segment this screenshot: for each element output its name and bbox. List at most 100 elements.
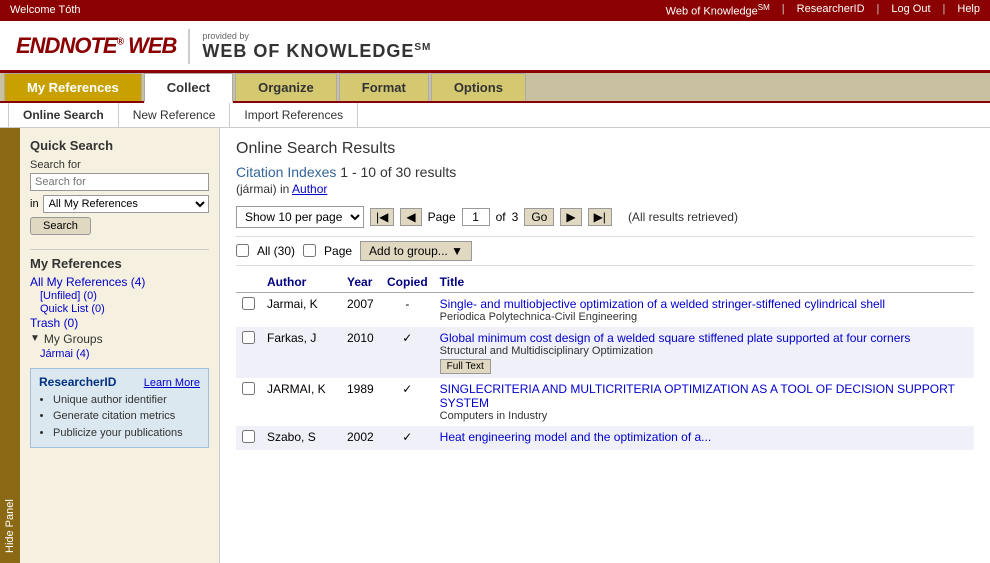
row-checkbox-cell <box>236 327 261 378</box>
top-bar-links: Web of KnowledgeSM | ResearcherID | Log … <box>666 3 980 18</box>
check-page-checkbox[interactable] <box>303 244 316 257</box>
row-title-link[interactable]: Single- and multiobjective optimization … <box>440 297 885 311</box>
content-title: Online Search Results <box>236 140 974 158</box>
researcher-id-link[interactable]: ResearcherID <box>797 3 865 18</box>
first-page-btn[interactable]: |◀ <box>370 208 394 226</box>
provided-by-text: provided by <box>202 31 431 41</box>
row-checkbox[interactable] <box>242 430 255 443</box>
full-text-button[interactable]: Full Text <box>440 359 491 374</box>
row-journal: Structural and Multidisciplinary Optimiz… <box>440 345 968 357</box>
row-checkbox[interactable] <box>242 297 255 310</box>
wok-logo: provided by WEB OF KNOWLEDGESM <box>202 31 431 62</box>
next-page-btn[interactable]: ▶ <box>560 208 581 226</box>
my-refs-section-title: My References <box>30 256 209 271</box>
help-link[interactable]: Help <box>957 3 980 18</box>
researcher-item-2: Generate citation metrics <box>53 408 200 425</box>
row-title-link[interactable]: SINGLECRITERIA AND MULTICRITERIA OPTIMIZ… <box>440 382 955 410</box>
trash-anchor[interactable]: Trash (0) <box>30 316 209 330</box>
welcome-text: Welcome Tóth <box>10 4 81 16</box>
go-button[interactable]: Go <box>524 208 554 226</box>
row-year: 2007 <box>341 292 381 327</box>
row-checkbox[interactable] <box>242 331 255 344</box>
citation-indexes-label: Citation Indexes <box>236 164 336 180</box>
wok-text: WEB OF KNOWLEDGESM <box>202 41 431 62</box>
page-input[interactable] <box>462 208 490 226</box>
search-for-label: Search for <box>30 159 209 171</box>
row-journal: Computers in Industry <box>440 410 968 422</box>
check-all-checkbox[interactable] <box>236 244 249 257</box>
add-to-group-button[interactable]: Add to group... ▼ <box>360 241 472 261</box>
row-title-link[interactable]: Global minimum cost design of a welded s… <box>440 331 911 345</box>
per-page-select[interactable]: Show 10 per page Show 20 per page Show 5… <box>236 206 364 228</box>
row-author: Jarmai, K <box>261 292 341 327</box>
retrieved-text: (All results retrieved) <box>628 210 738 224</box>
row-checkbox-cell <box>236 292 261 327</box>
quick-list-link[interactable]: Quick List (0) <box>40 303 209 315</box>
header: ENDNOTE® WEB provided by WEB OF KNOWLEDG… <box>0 21 990 73</box>
researcher-item-3: Publicize your publications <box>53 425 200 442</box>
check-page-label: Page <box>324 244 352 258</box>
row-copied: ✓ <box>381 426 434 450</box>
row-checkbox[interactable] <box>242 382 255 395</box>
quick-search-title: Quick Search <box>30 138 209 153</box>
of-label: of <box>496 210 506 224</box>
logo-divider <box>188 29 190 64</box>
col-header-year: Year <box>341 272 381 293</box>
row-year: 1989 <box>341 378 381 426</box>
sidebar: Quick Search Search for in All My Refere… <box>20 128 220 563</box>
row-title-cell: Global minimum cost design of a welded s… <box>434 327 974 378</box>
in-label: in <box>30 198 39 210</box>
researcher-id-title: ResearcherID <box>39 375 116 389</box>
pagination-bar: Show 10 per page Show 20 per page Show 5… <box>236 206 974 228</box>
researcher-id-list: Unique author identifier Generate citati… <box>39 392 200 442</box>
results-table: Author Year Copied Title Jarmai, K 2007 … <box>236 272 974 450</box>
table-row: Farkas, J 2010 ✓ Global minimum cost des… <box>236 327 974 378</box>
wok-link[interactable]: Web of KnowledgeSM <box>666 3 770 18</box>
search-in-select[interactable]: All My References Author Title Year <box>43 195 209 213</box>
sub-nav-new-reference[interactable]: New Reference <box>119 103 231 127</box>
unfiled-link[interactable]: [Unfiled] (0) <box>40 290 209 302</box>
tab-organize[interactable]: Organize <box>235 73 337 101</box>
col-header-check <box>236 272 261 293</box>
row-copied: ✓ <box>381 327 434 378</box>
nav-tabs: My References Collect Organize Format Op… <box>0 73 990 103</box>
sub-nav-online-search[interactable]: Online Search <box>8 103 119 127</box>
row-title-cell: SINGLECRITERIA AND MULTICRITERIA OPTIMIZ… <box>434 378 974 426</box>
row-checkbox-cell <box>236 426 261 450</box>
prev-page-btn[interactable]: ◀ <box>400 208 421 226</box>
col-header-title: Title <box>434 272 974 293</box>
trash-link: Trash (0) <box>30 316 209 330</box>
researcher-id-box: ResearcherID Learn More Unique author id… <box>30 368 209 449</box>
table-controls: All (30) Page Add to group... ▼ <box>236 236 974 266</box>
tab-format[interactable]: Format <box>339 73 429 101</box>
table-row: Szabo, S 2002 ✓ Heat engineering model a… <box>236 426 974 450</box>
group-jarmai-link[interactable]: Jármai (4) <box>40 348 209 360</box>
endnote-logo: ENDNOTE® WEB <box>16 33 176 59</box>
row-copied: ✓ <box>381 378 434 426</box>
row-year: 2002 <box>341 426 381 450</box>
tab-my-references[interactable]: My References <box>4 73 142 101</box>
researcher-item-1: Unique author identifier <box>53 392 200 409</box>
check-all-label: All (30) <box>257 244 295 258</box>
logout-link[interactable]: Log Out <box>891 3 930 18</box>
col-header-copied: Copied <box>381 272 434 293</box>
table-row: JARMAI, K 1989 ✓ SINGLECRITERIA AND MULT… <box>236 378 974 426</box>
search-input[interactable] <box>30 173 209 191</box>
researcher-learn-more[interactable]: Learn More <box>144 377 200 389</box>
row-author: Szabo, S <box>261 426 341 450</box>
main-layout: Hide Panel Quick Search Search for in Al… <box>0 128 990 563</box>
row-title-link[interactable]: Heat engineering model and the optimizat… <box>440 430 712 444</box>
row-author: JARMAI, K <box>261 378 341 426</box>
row-title-cell: Single- and multiobjective optimization … <box>434 292 974 327</box>
tab-collect[interactable]: Collect <box>144 73 233 103</box>
row-title-cell: Heat engineering model and the optimizat… <box>434 426 974 450</box>
sub-nav: Online Search New Reference Import Refer… <box>0 103 990 128</box>
hide-panel-label: Hide Panel <box>4 499 16 553</box>
last-page-btn[interactable]: ▶| <box>588 208 612 226</box>
hide-panel-tab[interactable]: Hide Panel <box>0 128 20 563</box>
sub-nav-import-references[interactable]: Import References <box>230 103 358 127</box>
tab-options[interactable]: Options <box>431 73 526 101</box>
all-my-refs-link[interactable]: All My References (4) <box>30 275 209 289</box>
query-field-link[interactable]: Author <box>292 182 327 196</box>
search-button[interactable]: Search <box>30 217 91 235</box>
